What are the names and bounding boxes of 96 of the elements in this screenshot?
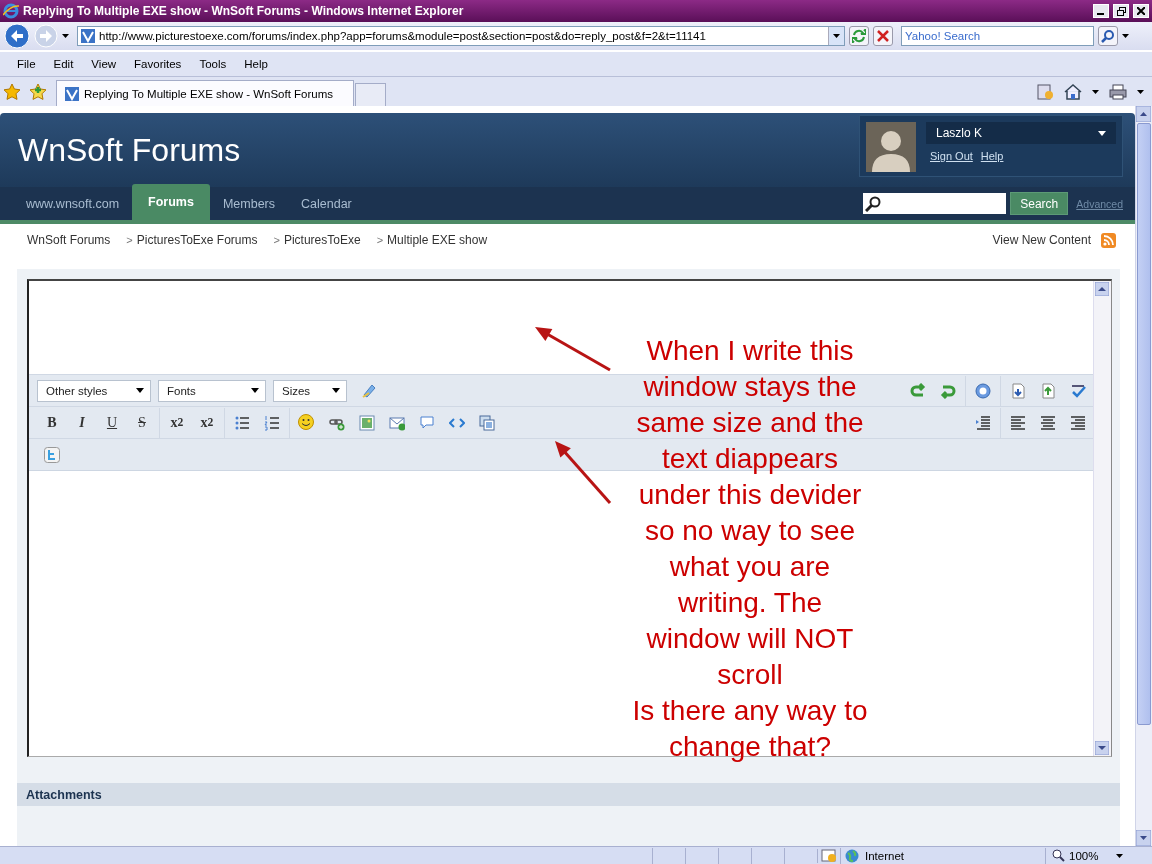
scroll-down-icon[interactable] [1136, 830, 1151, 846]
attachments-header: Attachments [17, 783, 1120, 806]
breadcrumb-link[interactable]: PicturesToExe [283, 233, 361, 247]
breadcrumb-separator: > [126, 234, 133, 246]
style-dropdown[interactable]: Other styles [37, 379, 151, 402]
numbered-list-icon[interactable] [264, 414, 280, 431]
format-button[interactable]: I [67, 409, 97, 436]
breadcrumb-link[interactable]: WnSoft Forums [27, 233, 111, 247]
caret-icon [332, 388, 340, 393]
spellcheck-icon[interactable] [1070, 382, 1086, 399]
caret-icon[interactable] [62, 34, 69, 38]
breadcrumb-link[interactable]: PicturesToExe Forums [136, 233, 258, 247]
align-center-icon[interactable] [1040, 414, 1056, 431]
bullet-list-icon[interactable] [234, 414, 250, 431]
restore-icon [1116, 6, 1126, 16]
email-add-icon[interactable] [389, 414, 405, 431]
document-upload-icon[interactable] [1040, 382, 1056, 399]
caret-icon [833, 34, 840, 38]
add-favorite-icon[interactable] [30, 83, 46, 100]
menu-item[interactable]: View [82, 58, 126, 70]
menu-item[interactable]: Edit [44, 58, 83, 70]
search-button[interactable]: Search [1010, 192, 1069, 215]
browser-logo-icon [3, 3, 19, 19]
scroll-up-icon[interactable] [1095, 282, 1109, 296]
format-button[interactable]: S [127, 409, 157, 436]
home-icon[interactable] [1064, 83, 1082, 100]
zoom-icon [1052, 849, 1065, 862]
nav-tab[interactable]: Forums [132, 184, 210, 220]
caret-icon [251, 388, 259, 393]
nav-tab[interactable]: Members [209, 187, 289, 220]
globe-icon [845, 848, 859, 863]
back-icon[interactable] [4, 23, 30, 49]
style-dropdown[interactable]: Sizes [273, 379, 347, 402]
close-icon [1137, 7, 1145, 15]
close-button[interactable] [1133, 4, 1149, 18]
breadcrumb-separator: > [376, 234, 384, 246]
zoom-level[interactable]: 100% [1069, 849, 1099, 862]
printer-icon[interactable] [1109, 83, 1127, 100]
align-right-icon[interactable] [1070, 414, 1086, 431]
smiley-icon[interactable] [298, 413, 316, 432]
scrollbar-thumb[interactable] [1137, 123, 1151, 725]
speech-bubble-icon[interactable] [419, 414, 435, 431]
image-icon[interactable] [359, 414, 375, 431]
user-link[interactable]: Help [980, 150, 1004, 162]
user-link[interactable]: Sign Out [930, 150, 973, 162]
caret-icon [136, 388, 144, 393]
scroll-down-icon[interactable] [1095, 741, 1109, 755]
star-icon[interactable] [4, 83, 20, 100]
avatar-silhouette-icon [866, 122, 916, 172]
page-icon [81, 29, 95, 43]
page-icon [65, 86, 79, 101]
stop-button[interactable] [873, 26, 893, 46]
nav-tab[interactable]: Calendar [288, 187, 365, 220]
menu-item[interactable]: Help [235, 58, 277, 70]
caret-icon[interactable] [1122, 34, 1129, 38]
restore-button[interactable] [1113, 4, 1129, 18]
caret-icon[interactable] [1116, 853, 1124, 858]
arrow [555, 441, 612, 504]
caret-icon [1098, 130, 1106, 136]
user-menu[interactable]: Laszlo K [926, 122, 1116, 144]
site-title: WnSoft Forums [18, 131, 241, 169]
nav-tab[interactable]: www.wnsoft.com [13, 187, 133, 220]
refresh-button[interactable] [849, 26, 869, 46]
menu-item[interactable]: File [8, 58, 45, 70]
editor-scrollbar[interactable] [1093, 281, 1111, 756]
minimize-button[interactable] [1093, 4, 1109, 18]
annotation-text: When I write this window stays the same size and the text diappears under this devider so no way to see what you are writing. The window will NOT scroll Is there any way to change that? [631, 334, 869, 764]
browser-tab[interactable]: Replying To Multiple EXE show - WnSoft Forums [56, 80, 354, 106]
stop-icon [877, 30, 889, 42]
indent-icon[interactable] [975, 414, 991, 431]
search-button[interactable] [1098, 26, 1118, 46]
breadcrumb-link[interactable]: Multiple EXE show [387, 233, 488, 247]
menu-item[interactable]: Favorites [125, 58, 191, 70]
eraser-icon[interactable] [361, 382, 377, 399]
menu-item[interactable]: Tools [190, 58, 236, 70]
breadcrumb-separator: > [273, 234, 280, 246]
align-left-icon[interactable] [1010, 414, 1026, 431]
view-new-content-link[interactable]: View New Content [992, 233, 1091, 247]
search-field[interactable]: Yahoo! Search [901, 26, 1094, 46]
copy-pages-icon[interactable] [479, 414, 495, 431]
advanced-search-link[interactable]: Advanced [1076, 197, 1123, 210]
address-field[interactable]: http://www.picturestoexe.com/forums/index.php?app=forums&module=post&section=post&do=reply_post&f=2&t=11141 [77, 26, 845, 46]
caret-icon[interactable] [1092, 89, 1099, 94]
document-download-icon[interactable] [1010, 382, 1026, 399]
search-field[interactable] [863, 193, 1007, 214]
style-dropdown[interactable]: Fonts [158, 379, 266, 402]
search-icon [1101, 29, 1115, 43]
scroll-up-icon[interactable] [1136, 106, 1151, 122]
refresh-icon [852, 29, 866, 43]
redo-icon[interactable] [910, 382, 926, 399]
window-title: Replying To Multiple EXE show - WnSoft Forums - Windows Internet Explorer [23, 4, 465, 18]
security-zone: Internet [865, 849, 904, 862]
search-icon [865, 195, 882, 212]
format-button[interactable]: U [97, 409, 127, 436]
caret-icon[interactable] [1137, 89, 1144, 94]
format-button[interactable]: B [37, 409, 67, 436]
